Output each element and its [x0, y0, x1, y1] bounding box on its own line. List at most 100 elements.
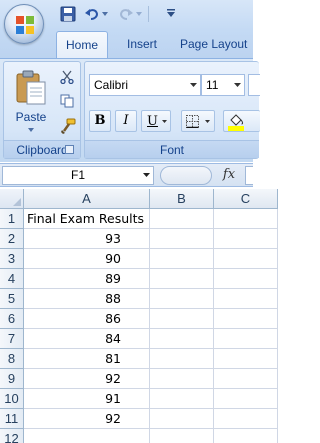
clipboard-dialog-launcher[interactable]: [65, 145, 74, 154]
row-header-10[interactable]: 10: [0, 389, 24, 409]
cell-c11[interactable]: [214, 409, 278, 429]
redo-icon[interactable]: [118, 6, 134, 22]
font-name-value: Calibri: [94, 78, 129, 92]
fill-color-icon: [228, 114, 244, 131]
paste-dropdown-icon[interactable]: [28, 128, 34, 132]
office-logo-icon: [16, 16, 34, 34]
cell-b10[interactable]: [150, 389, 214, 409]
cell-b1[interactable]: [150, 209, 214, 229]
cut-icon[interactable]: [60, 70, 74, 84]
cell-b9[interactable]: [150, 369, 214, 389]
underline-button[interactable]: U: [141, 110, 171, 132]
cell-c2[interactable]: [214, 229, 278, 249]
paste-button-label[interactable]: Paste: [9, 110, 53, 124]
cell-b7[interactable]: [150, 329, 214, 349]
borders-icon: [186, 115, 199, 128]
font-name-dropdown-icon[interactable]: [190, 83, 197, 87]
cell-c10[interactable]: [214, 389, 278, 409]
font-size-combobox[interactable]: 11: [201, 74, 245, 96]
cell-c5[interactable]: [214, 289, 278, 309]
copy-icon[interactable]: [60, 94, 74, 108]
row-header-5[interactable]: 5: [0, 289, 24, 309]
undo-icon[interactable]: [84, 6, 100, 22]
cell-a7[interactable]: 84: [24, 329, 150, 349]
underline-dropdown-icon[interactable]: [162, 120, 167, 123]
paste-icon[interactable]: [14, 70, 48, 106]
row-header-1[interactable]: 1: [0, 209, 24, 229]
toolbar-separator: [148, 6, 149, 22]
save-icon[interactable]: [60, 6, 76, 22]
row-header-12[interactable]: 12: [0, 429, 24, 443]
cell-a9[interactable]: 92: [24, 369, 150, 389]
cell-c12[interactable]: [214, 429, 278, 443]
cell-c9[interactable]: [214, 369, 278, 389]
cell-b2[interactable]: [150, 229, 214, 249]
cell-a12[interactable]: [24, 429, 150, 443]
cell-b3[interactable]: [150, 249, 214, 269]
formula-bar: F1 fx: [0, 163, 253, 187]
cell-a8[interactable]: 81: [24, 349, 150, 369]
row-header-11[interactable]: 11: [0, 409, 24, 429]
worksheet-grid[interactable]: A B C 1 Final Exam Results 2 93 3 90 4 89 5 88 6 86 7 84…: [0, 189, 278, 443]
column-header-c[interactable]: C: [214, 189, 278, 209]
row-header-2[interactable]: 2: [0, 229, 24, 249]
cell-a5[interactable]: 88: [24, 289, 150, 309]
cell-a2[interactable]: 93: [24, 229, 150, 249]
cell-a10[interactable]: 91: [24, 389, 150, 409]
borders-dropdown-icon[interactable]: [205, 120, 210, 123]
ribbon: Paste Clipboard Calibri 11 B I U Font: [0, 58, 260, 162]
customize-toolbar-icon[interactable]: [166, 8, 176, 18]
cell-b6[interactable]: [150, 309, 214, 329]
row-header-6[interactable]: 6: [0, 309, 24, 329]
grow-font-button[interactable]: [248, 74, 260, 96]
clipboard-group: Paste Clipboard: [3, 61, 81, 159]
underline-label: U: [147, 114, 158, 129]
format-painter-icon[interactable]: [60, 118, 76, 134]
name-box-dropdown-icon[interactable]: [143, 173, 150, 177]
redo-dropdown-icon[interactable]: [136, 12, 142, 16]
cell-b12[interactable]: [150, 429, 214, 443]
font-size-value: 11: [206, 78, 219, 92]
tab-page-layout[interactable]: Page Layout: [180, 30, 253, 58]
row-header-9[interactable]: 9: [0, 369, 24, 389]
cell-b8[interactable]: [150, 349, 214, 369]
row-header-4[interactable]: 4: [0, 269, 24, 289]
formula-bar-splitter[interactable]: [160, 166, 212, 185]
office-button[interactable]: [4, 4, 44, 44]
select-all-corner[interactable]: [0, 189, 24, 209]
row-header-3[interactable]: 3: [0, 249, 24, 269]
font-size-dropdown-icon[interactable]: [234, 83, 241, 87]
cell-b4[interactable]: [150, 269, 214, 289]
cell-b5[interactable]: [150, 289, 214, 309]
cell-a6[interactable]: 86: [24, 309, 150, 329]
column-header-a[interactable]: A: [24, 189, 150, 209]
tab-insert[interactable]: Insert: [118, 30, 166, 58]
cell-a4[interactable]: 89: [24, 269, 150, 289]
borders-button[interactable]: [181, 110, 215, 132]
cell-c6[interactable]: [214, 309, 278, 329]
row-header-7[interactable]: 7: [0, 329, 24, 349]
cell-a3[interactable]: 90: [24, 249, 150, 269]
tab-home[interactable]: Home: [56, 31, 108, 60]
cell-b11[interactable]: [150, 409, 214, 429]
cell-a1[interactable]: Final Exam Results: [24, 209, 150, 229]
cell-c3[interactable]: [214, 249, 278, 269]
bold-button[interactable]: B: [89, 110, 111, 132]
font-group: Calibri 11 B I U Font: [84, 61, 260, 159]
column-header-b[interactable]: B: [150, 189, 214, 209]
row-header-8[interactable]: 8: [0, 349, 24, 369]
cell-c4[interactable]: [214, 269, 278, 289]
name-box[interactable]: F1: [2, 166, 154, 185]
cell-a11[interactable]: 92: [24, 409, 150, 429]
insert-function-button[interactable]: fx: [214, 166, 244, 185]
undo-dropdown-icon[interactable]: [102, 12, 108, 16]
cell-c7[interactable]: [214, 329, 278, 349]
formula-input[interactable]: [245, 166, 253, 185]
cell-c1[interactable]: [214, 209, 278, 229]
italic-button[interactable]: I: [115, 110, 137, 132]
cell-c8[interactable]: [214, 349, 278, 369]
font-group-label: Font: [85, 140, 259, 158]
select-all-triangle-icon: [13, 198, 21, 206]
fill-color-button[interactable]: [223, 110, 260, 132]
font-name-combobox[interactable]: Calibri: [89, 74, 201, 96]
